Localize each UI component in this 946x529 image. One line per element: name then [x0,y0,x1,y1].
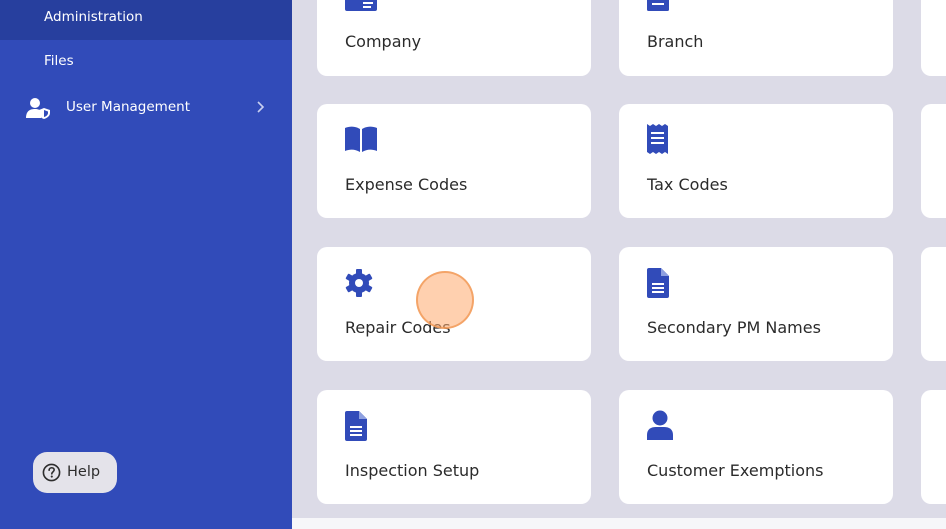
document-icon [647,268,669,298]
sidebar: Administration Files User Management Hel… [0,0,292,529]
card-label: Expense Codes [345,175,468,194]
book-open-icon [345,126,377,152]
click-indicator [416,271,474,329]
user-icon [647,410,673,440]
card-partial[interactable] [921,104,946,218]
page-footer-strip [292,518,946,529]
card-label: Customer Exemptions [647,461,824,480]
card-customer-exemptions[interactable]: Customer Exemptions [619,390,893,504]
card-label: Inspection Setup [345,461,480,480]
user-shield-icon [26,98,50,119]
card-label: Secondary PM Names [647,318,821,337]
id-card-icon [345,0,377,11]
card-partial[interactable] [921,247,946,361]
question-circle-icon [42,463,61,482]
gear-icon [345,269,373,297]
document-icon [647,0,669,11]
card-tax-codes[interactable]: Tax Codes [619,104,893,218]
card-partial[interactable] [921,0,946,76]
chevron-right-icon[interactable] [253,100,267,114]
receipt-icon [647,124,668,154]
help-button[interactable]: Help [33,452,117,493]
card-expense-codes[interactable]: Expense Codes [317,104,591,218]
card-label: Tax Codes [647,175,728,194]
document-icon [345,411,367,441]
card-label: Company [345,32,422,51]
card-secondary-pm-names[interactable]: Secondary PM Names [619,247,893,361]
card-partial[interactable] [921,390,946,504]
card-company[interactable]: Company [317,0,591,76]
sidebar-item-user-management[interactable]: User Management [66,99,190,115]
card-branch[interactable]: Branch [619,0,893,76]
card-inspection-setup[interactable]: Inspection Setup [317,390,591,504]
sidebar-item-label[interactable]: Administration [44,9,143,25]
card-label: Branch [647,32,704,51]
sidebar-item-files[interactable]: Files [44,53,74,69]
help-label: Help [67,464,101,480]
